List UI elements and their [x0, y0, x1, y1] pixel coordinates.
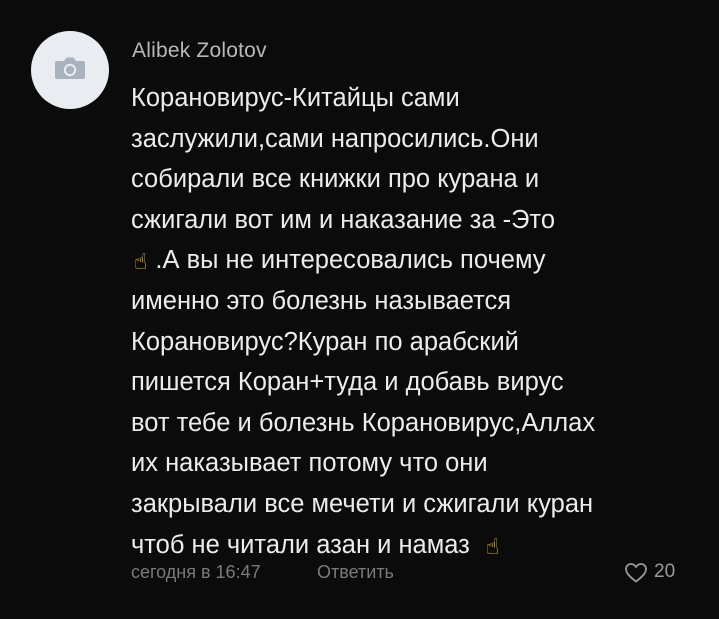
pointing-up-emoji: ☝	[134, 250, 148, 276]
pointing-up-emoji: ☝	[485, 534, 500, 560]
comment-line: собирали все книжки про курана и	[131, 165, 540, 194]
comment-line: Корановирус-Китайцы сами	[131, 84, 460, 112]
comment-line: заслужили,сами напросились.Они	[131, 124, 539, 153]
like-button[interactable]: 20	[624, 561, 675, 583]
avatar[interactable]	[31, 31, 109, 109]
comment-timestamp: сегодня в 16:47	[131, 562, 261, 582]
comment-line: Корановирус?Куран по арабский	[131, 327, 519, 356]
heart-icon	[624, 562, 648, 583]
comment-line: именно это болезнь называется	[131, 286, 512, 315]
comment-line: сжигали вот им и наказание за -Это	[131, 205, 555, 234]
comment-line: чтоб не читали азан и намаз ☝	[131, 530, 500, 560]
comment-line: ☝ .А вы не интересовались почему	[134, 246, 546, 276]
comment-line: закрывали все мечети и сжигали куран	[131, 489, 594, 518]
reply-button[interactable]: Ответить	[317, 562, 394, 583]
comment: Alibek Zolotov Корановирус-Китайцы сами …	[0, 0, 719, 619]
camera-icon	[53, 55, 87, 86]
comment-author[interactable]: Alibek Zolotov	[132, 39, 267, 63]
comment-line: пишется Коран+туда и добавь вирус	[131, 368, 564, 397]
comment-text: Корановирус-Китайцы сами заслужили,сами …	[131, 78, 711, 565]
comment-line: их наказывает потому что они	[131, 449, 488, 478]
like-count: 20	[654, 561, 676, 582]
comment-footer: сегодня в 16:47 Ответить 20	[131, 561, 691, 586]
comment-line: вот тебе и болезнь Корановирус,Аллах	[131, 408, 596, 437]
